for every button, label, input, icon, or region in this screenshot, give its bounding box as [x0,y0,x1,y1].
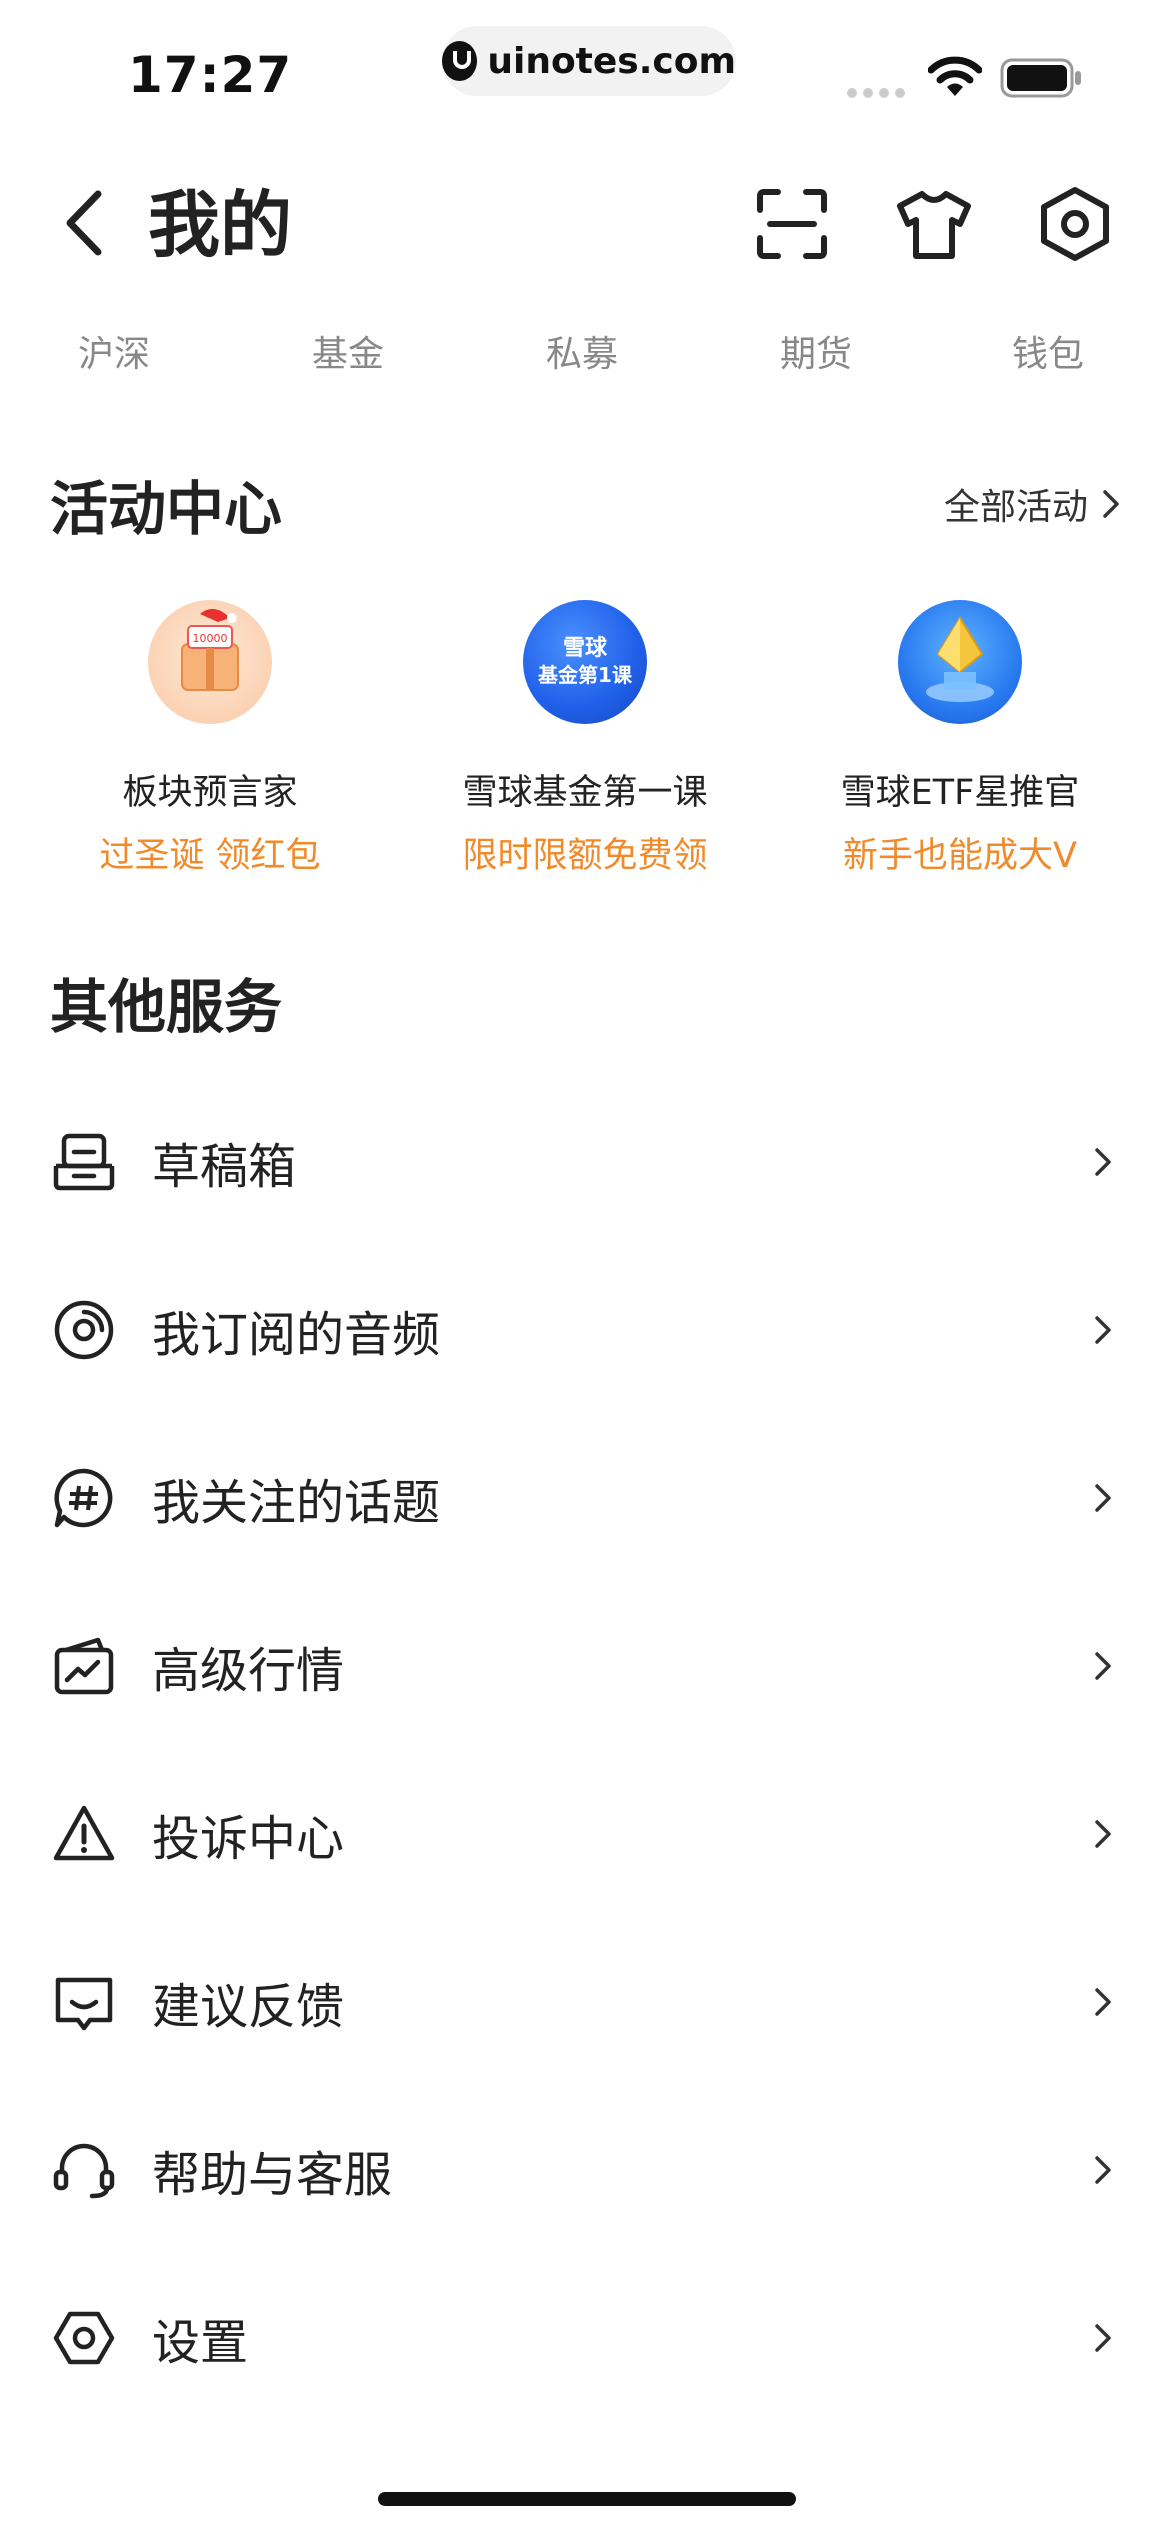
tab-wallet[interactable]: 钱包 [1012,325,1084,377]
headset-icon [53,2143,115,2199]
service-label: 帮助与客服 [152,2147,393,2203]
chevron-right-icon [1095,1988,1111,2016]
topic-hash-icon [54,1468,113,1528]
signal-dots-icon [846,84,910,103]
service-item-complaints[interactable]: 投诉中心 [0,1750,1170,1918]
settings-icon [1041,187,1109,261]
service-item-settings[interactable]: 设置 [0,2254,1170,2422]
activity-name: 板块预言家 [122,773,298,813]
tab-hushen[interactable]: 沪深 [78,325,150,377]
all-activities-label: 全部活动 [943,487,1088,528]
course-badge-icon: 雪球 基金第1课 [523,600,647,724]
service-label: 我订阅的音频 [152,1307,441,1363]
chevron-right-icon [1095,1148,1111,1176]
back-button[interactable] [62,188,106,262]
chevron-right-icon [1095,2324,1111,2352]
service-label: 投诉中心 [152,1811,345,1867]
activity-name: 雪球ETF星推官 [840,773,1080,813]
tshirt-icon [897,191,971,259]
url-pill[interactable]: uinotes.com [442,26,736,96]
badge-line1: 雪球 [562,636,607,661]
service-item-topics[interactable]: 我关注的话题 [0,1414,1170,1582]
wifi-icon [927,56,983,102]
crystal-trophy-icon [898,600,1022,724]
chevron-right-icon [1095,1820,1111,1848]
activity-card[interactable]: 雪球ETF星推官 新手也能成大V [770,600,1150,878]
tab-private-fund[interactable]: 私募 [546,325,618,377]
activity-name: 雪球基金第一课 [462,773,708,813]
feedback-icon [55,1977,113,2031]
site-logo-icon [442,41,478,81]
activity-center-title: 活动中心 [50,475,283,543]
scan-button[interactable] [756,188,828,264]
activity-subtitle: 限时限额免费领 [462,836,708,876]
service-label: 高级行情 [152,1643,345,1699]
status-time: 17:27 [128,46,293,104]
activity-card[interactable]: 10000 板块预言家 过圣诞 领红包 [20,600,400,878]
chevron-right-icon [1103,490,1119,518]
tab-fund[interactable]: 基金 [312,325,384,377]
url-text: uinotes.com [487,40,736,82]
page-title: 我的 [148,183,293,267]
activity-subtitle: 新手也能成大V [843,836,1077,876]
warning-icon [53,1805,115,1861]
service-item-help[interactable]: 帮助与客服 [0,2086,1170,2254]
all-activities-link[interactable]: 全部活动 [944,478,1120,530]
battery-icon [1000,58,1084,102]
activity-subtitle: 过圣诞 领红包 [99,836,321,876]
chevron-right-icon [1095,1484,1111,1512]
service-label: 草稿箱 [152,1139,297,1195]
service-item-feedback[interactable]: 建议反馈 [0,1918,1170,2086]
activity-card[interactable]: 雪球 基金第1课 雪球基金第一课 限时限额免费领 [395,600,775,878]
audio-disc-icon [54,1300,114,1360]
svg-text:10000: 10000 [193,632,228,645]
tab-futures[interactable]: 期货 [780,325,852,377]
settings-button[interactable] [1038,186,1112,266]
service-item-premium-quotes[interactable]: 高级行情 [0,1582,1170,1750]
service-label: 建议反馈 [152,1979,345,2035]
settings-hex-icon [53,2311,115,2365]
gift-box-icon: 10000 [148,600,272,724]
back-arrow-icon [66,190,102,256]
chevron-right-icon [1095,2156,1111,2184]
chevron-right-icon [1095,1316,1111,1344]
theme-button[interactable] [896,190,972,264]
chart-trend-icon [54,1637,114,1695]
badge-line2: 基金第1课 [538,663,632,687]
service-label: 设置 [152,2315,249,2371]
scan-icon [757,189,827,259]
draft-box-icon [53,1133,115,1191]
other-services-title: 其他服务 [50,973,283,1041]
chevron-right-icon [1095,1652,1111,1680]
service-item-audio[interactable]: 我订阅的音频 [0,1246,1170,1414]
service-item-drafts[interactable]: 草稿箱 [0,1078,1170,1246]
service-label: 我关注的话题 [152,1475,441,1531]
home-indicator[interactable] [378,2492,796,2506]
